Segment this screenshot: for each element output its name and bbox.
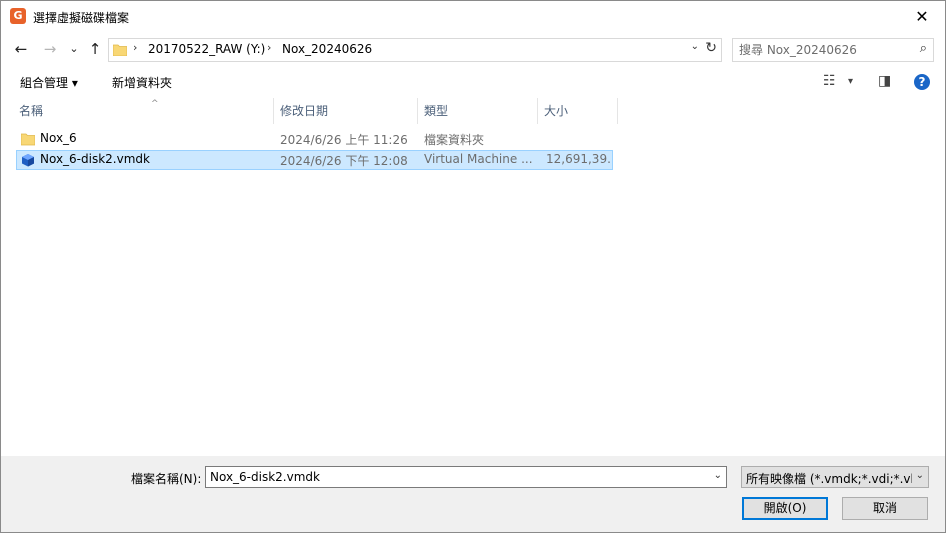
filename-label: 檔案名稱(N): <box>131 472 202 486</box>
command-bar: 組合管理 ▾ 新增資料夾 ☷ ▾ ◨ <box>1 66 945 98</box>
breadcrumb-separator[interactable]: › <box>133 41 137 54</box>
search-icon: ⌕ <box>919 41 927 56</box>
search-input[interactable] <box>739 41 909 58</box>
new-folder-button[interactable]: 新增資料夾 <box>112 74 172 91</box>
column-header-type[interactable]: 類型 <box>418 98 538 124</box>
sort-ascending-icon: ^ <box>151 99 159 109</box>
file-open-dialog: G 選擇虛擬磁碟檔案 ✕ ← → ⌄ ↑ › 20170522_RAW (Y:)… <box>0 0 946 533</box>
filetype-value: 所有映像檔 (*.vmdk;*.vdi;*.vhd <box>746 472 912 486</box>
breadcrumb-separator[interactable]: › <box>267 41 271 54</box>
open-button[interactable]: 開啟(O) <box>742 497 828 520</box>
help-icon[interactable]: ? <box>914 74 930 90</box>
app-logo-icon: G <box>10 8 26 24</box>
breadcrumb-drive[interactable]: 20170522_RAW (Y:) <box>148 42 265 56</box>
file-row[interactable]: Nox_6 2024/6/26 上午 11:26 檔案資料夾 <box>16 129 613 149</box>
folder-icon <box>113 44 127 56</box>
chevron-down-icon: ⌄ <box>69 42 79 55</box>
file-type: Virtual Machine ... <box>424 152 533 166</box>
back-button[interactable]: ← <box>10 38 32 60</box>
address-bar[interactable]: › 20170522_RAW (Y:) › Nox_20240626 ⌄ ↻ <box>108 38 722 62</box>
filetype-select[interactable]: 所有映像檔 (*.vmdk;*.vdi;*.vhd ⌄ <box>741 466 929 488</box>
close-button[interactable]: ✕ <box>899 1 945 32</box>
organize-button[interactable]: 組合管理 ▾ <box>20 74 78 91</box>
recent-locations-button[interactable]: ⌄ <box>63 38 85 60</box>
filename-input[interactable] <box>210 469 704 485</box>
file-name: Nox_6 <box>40 131 77 145</box>
file-name: Nox_6-disk2.vmdk <box>40 152 150 166</box>
column-label: 名稱 <box>19 104 44 118</box>
chevron-down-icon[interactable]: ▾ <box>848 76 853 87</box>
column-label: 大小 <box>544 104 569 118</box>
file-list: ^ 名稱 修改日期 類型 大小 Nox_6 2024/6/26 上午 11:26… <box>1 98 945 456</box>
arrow-right-icon: → <box>43 40 57 58</box>
forward-button[interactable]: → <box>39 38 61 60</box>
chevron-down-icon[interactable]: ⌄ <box>691 41 699 52</box>
navigation-bar: ← → ⌄ ↑ › 20170522_RAW (Y:) › Nox_202406… <box>1 32 945 66</box>
virtual-disk-icon <box>22 154 34 167</box>
arrow-left-icon: ← <box>14 40 28 58</box>
preview-pane-icon[interactable]: ◨ <box>878 73 891 89</box>
refresh-icon[interactable]: ↻ <box>705 40 717 56</box>
view-options-icon[interactable]: ☷ <box>823 73 836 89</box>
column-header-date[interactable]: 修改日期 <box>274 98 418 124</box>
filename-combobox[interactable]: ⌄ <box>205 466 727 488</box>
column-label: 類型 <box>424 104 449 118</box>
search-box[interactable]: ⌕ <box>732 38 934 62</box>
file-row-selected[interactable]: Nox_6-disk2.vmdk 2024/6/26 下午 12:08 Virt… <box>16 150 613 170</box>
cancel-button[interactable]: 取消 <box>842 497 928 520</box>
arrow-up-icon: ↑ <box>88 40 102 58</box>
chevron-down-icon: ⌄ <box>915 470 924 481</box>
chevron-down-icon[interactable]: ⌄ <box>714 470 722 481</box>
close-icon: ✕ <box>915 7 929 26</box>
window-title: 選擇虛擬磁碟檔案 <box>33 11 130 25</box>
file-type: 檔案資料夾 <box>424 133 485 147</box>
file-date: 2024/6/26 上午 11:26 <box>280 133 408 147</box>
column-header-size[interactable]: 大小 <box>538 98 618 124</box>
file-date: 2024/6/26 下午 12:08 <box>280 154 408 168</box>
up-button[interactable]: ↑ <box>84 38 106 60</box>
file-size: 12,691,39... <box>546 152 612 166</box>
column-header-name[interactable]: ^ 名稱 <box>13 98 274 124</box>
folder-icon <box>21 133 35 146</box>
breadcrumb-folder[interactable]: Nox_20240626 <box>282 42 372 56</box>
column-label: 修改日期 <box>280 104 329 118</box>
dialog-footer: 檔案名稱(N): ⌄ 所有映像檔 (*.vmdk;*.vdi;*.vhd ⌄ 開… <box>1 456 945 532</box>
title-bar: G 選擇虛擬磁碟檔案 ✕ <box>1 1 945 32</box>
